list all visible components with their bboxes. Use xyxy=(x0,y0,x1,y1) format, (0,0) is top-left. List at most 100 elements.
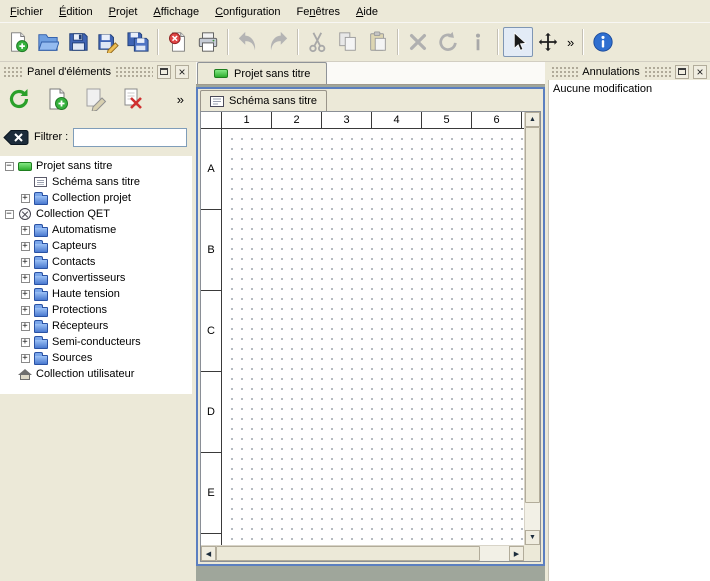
close-file-icon xyxy=(167,31,189,53)
tree-item[interactable]: +Convertisseurs xyxy=(0,270,192,286)
select-mode-button[interactable] xyxy=(503,27,533,57)
new-element-button[interactable] xyxy=(42,84,72,114)
tree-expander[interactable]: + xyxy=(18,354,32,363)
tree-item-label: Collection utilisateur xyxy=(36,368,134,380)
menu-fichier[interactable]: Fichier xyxy=(2,1,51,22)
elements-panel-titlebar[interactable]: Panel d'éléments xyxy=(0,62,192,80)
paste-icon xyxy=(367,31,389,53)
dock-handle-dots[interactable] xyxy=(3,66,23,77)
tree-expander[interactable]: + xyxy=(18,226,32,235)
close-file-button[interactable] xyxy=(163,27,193,57)
menu-aide[interactable]: Aide xyxy=(348,1,386,22)
schema-tab-label: Schéma sans titre xyxy=(229,95,317,107)
tree-item[interactable]: +Semi-conducteurs xyxy=(0,334,192,350)
column-headers: 123456 xyxy=(222,112,524,129)
toolbar-separator xyxy=(497,29,499,55)
tree-item[interactable]: +Automatisme xyxy=(0,222,192,238)
schema-tabbar: Schéma sans titre xyxy=(198,89,543,111)
folder-icon xyxy=(32,304,49,317)
scroll-up-button[interactable] xyxy=(525,112,540,127)
tree-expander[interactable]: + xyxy=(18,322,32,331)
tab-schema-sans-titre[interactable]: Schéma sans titre xyxy=(200,90,327,111)
menu-configuration[interactable]: Configuration xyxy=(207,1,288,22)
filter-input[interactable] xyxy=(73,128,187,147)
tree-expander[interactable]: + xyxy=(18,194,32,203)
tree-item[interactable]: + Récepteurs xyxy=(0,318,192,334)
row-headers: ABCDE xyxy=(201,129,222,545)
folder-icon xyxy=(32,192,49,205)
undo-history-list[interactable]: Aucune modification xyxy=(548,80,710,581)
undo-panel: Annulations Aucune modification xyxy=(548,62,710,581)
close-panel-button[interactable] xyxy=(693,65,707,79)
tree-expander[interactable]: + xyxy=(18,258,32,267)
tree-item[interactable]: +Protections xyxy=(0,302,192,318)
tree-item[interactable]: −Collection QET xyxy=(0,206,192,222)
delete-element-icon xyxy=(121,87,145,111)
print-button[interactable] xyxy=(193,27,223,57)
tree-item-label: Récepteurs xyxy=(52,320,108,332)
save-button[interactable] xyxy=(63,27,93,57)
panel-overflow-chevron[interactable]: » xyxy=(173,92,188,107)
menu-fenetres[interactable]: Fenêtres xyxy=(289,1,348,22)
redo-button xyxy=(263,27,293,57)
vertical-scroll-thumb[interactable] xyxy=(525,127,540,503)
tree-item[interactable]: + Capteurs xyxy=(0,238,192,254)
save-as-button[interactable] xyxy=(93,27,123,57)
menu-edition[interactable]: Édition xyxy=(51,1,101,22)
tree-item[interactable]: +Haute tension xyxy=(0,286,192,302)
scroll-right-button[interactable] xyxy=(509,546,524,561)
float-panel-button[interactable] xyxy=(157,65,171,79)
tree-item[interactable]: +Sources xyxy=(0,350,192,366)
tree-expander[interactable]: + xyxy=(18,274,32,283)
scroll-left-button[interactable] xyxy=(201,546,216,561)
reload-collections-button[interactable] xyxy=(4,84,34,114)
pan-mode-button[interactable] xyxy=(533,27,563,57)
copy-icon xyxy=(337,31,359,53)
elements-panel-empty-area xyxy=(0,394,192,581)
horizontal-scroll-thumb[interactable] xyxy=(216,546,480,561)
about-button[interactable] xyxy=(588,27,618,57)
tree-expander[interactable]: − xyxy=(2,162,16,171)
new-document-button[interactable] xyxy=(3,27,33,57)
dock-handle-dots[interactable] xyxy=(644,66,671,77)
menu-projet[interactable]: Projet xyxy=(101,1,146,22)
tree-item[interactable]: Collection utilisateur xyxy=(0,366,192,382)
row-header: C xyxy=(201,291,221,372)
tab-projet-sans-titre[interactable]: Projet sans titre xyxy=(197,62,327,84)
toolbar-overflow-chevron[interactable]: » xyxy=(563,35,578,50)
delete-button xyxy=(403,27,433,57)
tree-item[interactable]: Schéma sans titre xyxy=(0,174,192,190)
tree-item[interactable]: +Contacts xyxy=(0,254,192,270)
tree-expander[interactable]: + xyxy=(18,338,32,347)
qet-icon xyxy=(16,208,33,220)
menu-affichage[interactable]: Affichage xyxy=(145,1,207,22)
dock-handle-dots[interactable] xyxy=(551,66,578,77)
save-all-button[interactable] xyxy=(123,27,153,57)
clear-filter-button[interactable] xyxy=(3,129,29,146)
float-panel-button[interactable] xyxy=(675,65,689,79)
main-area: Panel d'éléments » Filtrer : −Projet san… xyxy=(0,62,710,581)
project-icon xyxy=(214,69,228,78)
project-view: Projet sans titre Schéma sans titre 1234… xyxy=(196,62,545,581)
tree-expander[interactable]: + xyxy=(18,242,32,251)
undo-panel-titlebar[interactable]: Annulations xyxy=(548,62,710,80)
schema-grid-canvas[interactable] xyxy=(223,130,524,545)
close-panel-button[interactable] xyxy=(175,65,189,79)
tree-item[interactable]: +Collection projet xyxy=(0,190,192,206)
horizontal-scrollbar[interactable] xyxy=(201,545,524,561)
new-document-icon xyxy=(7,31,29,53)
delete-element-button[interactable] xyxy=(118,84,148,114)
tree-item[interactable]: −Projet sans titre xyxy=(0,158,192,174)
tree-expander[interactable]: − xyxy=(2,210,16,219)
filter-row: Filtrer : xyxy=(0,124,192,150)
tree-expander[interactable]: + xyxy=(18,290,32,299)
vertical-scrollbar[interactable] xyxy=(524,112,540,545)
tree-item-label: Capteurs xyxy=(52,240,97,252)
schema-view[interactable]: 123456 ABCDE xyxy=(200,111,541,562)
tree-expander[interactable]: + xyxy=(18,306,32,315)
dock-handle-dots[interactable] xyxy=(115,66,153,77)
element-tree[interactable]: −Projet sans titreSchéma sans titre+Coll… xyxy=(0,156,192,394)
scroll-down-button[interactable] xyxy=(525,530,540,545)
open-project-button[interactable] xyxy=(33,27,63,57)
column-header: 2 xyxy=(272,112,322,128)
